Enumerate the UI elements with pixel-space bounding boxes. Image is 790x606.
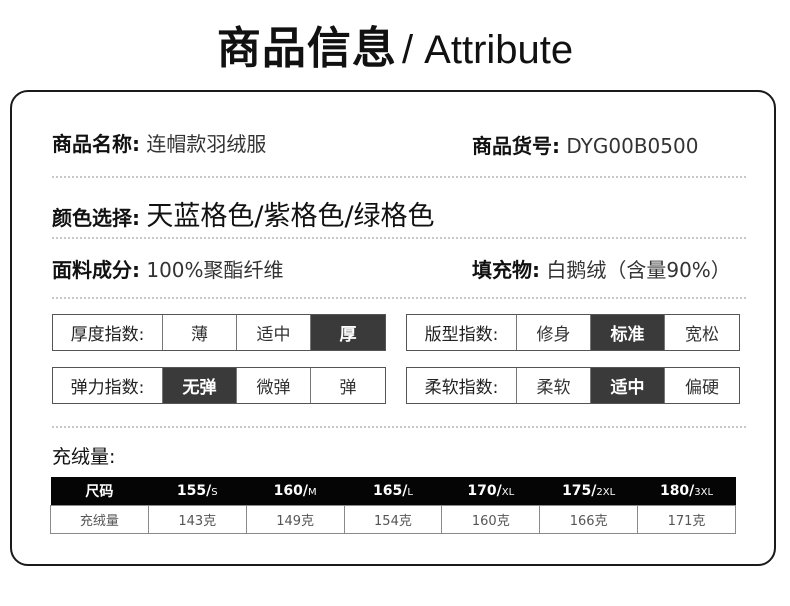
filling-label: 填充物: <box>472 258 540 282</box>
product-sku-row: 商品货号: DYG00B0500 <box>472 130 698 159</box>
size-header-cell: 175/2XL <box>539 477 638 506</box>
index-option: 柔软 <box>517 368 591 403</box>
product-sku-value: DYG00B0500 <box>566 134 699 158</box>
fill-amount-cell: 149克 <box>245 505 345 534</box>
index-label: 厚度指数: <box>53 315 163 350</box>
index-option: 弹 <box>339 378 357 398</box>
title-en: / Attribute <box>401 28 574 72</box>
product-name-value: 连帽款羽绒服 <box>146 132 267 156</box>
color-value: 天蓝格色/紫格色/绿格色 <box>146 201 435 232</box>
fabric-label: 面料成分: <box>52 258 140 282</box>
fill-amount-title: 充绒量: <box>52 446 116 468</box>
fill-amount-cell: 154克 <box>343 505 443 534</box>
index-label: 版型指数: <box>407 315 517 350</box>
size-header-row: 尺码 155/S 160/M 165/L 170/XL 175/2XL 180/… <box>50 477 736 506</box>
size-header-cell: 165/L <box>344 477 442 506</box>
fill-amount-cell: 160克 <box>441 505 541 534</box>
filling-row: 填充物: 白鹅绒（含量90%） <box>472 254 731 283</box>
divider <box>52 176 746 178</box>
index-option: 薄 <box>163 315 237 350</box>
divider <box>52 237 746 239</box>
size-header-cell: 160/M <box>246 477 345 506</box>
product-sku-label: 商品货号: <box>472 134 560 158</box>
fill-amount-cell: 143克 <box>147 505 247 534</box>
fill-amount-row: 充绒量 143克 149克 154克 160克 166克 171克 <box>50 505 736 534</box>
product-name-row: 商品名称: 连帽款羽绒服 <box>52 128 266 157</box>
page-title: 商品信息 / Attribute <box>0 12 790 76</box>
index-option: 无弹 <box>163 368 237 403</box>
size-header-label: 尺码 <box>50 477 149 506</box>
index-option: 适中 <box>591 368 665 403</box>
index-option: 偏硬 <box>685 378 719 398</box>
fabric-value: 100%聚酯纤维 <box>146 258 284 282</box>
size-header-cell: 170/XL <box>441 477 540 506</box>
index-option: 标准 <box>591 315 665 350</box>
thickness-index: 厚度指数: 薄 适中 厚 <box>52 314 386 351</box>
index-option: 厚 <box>311 315 385 350</box>
index-option: 宽松 <box>685 325 719 345</box>
elasticity-index: 弹力指数: 无弹 微弹 弹 <box>52 367 386 404</box>
fabric-row: 面料成分: 100%聚酯纤维 <box>52 254 284 283</box>
size-header-cell: 180/3XL <box>637 477 736 506</box>
size-table: 尺码 155/S 160/M 165/L 170/XL 175/2XL 180/… <box>50 477 736 534</box>
fill-amount-cell: 171克 <box>637 505 736 534</box>
fill-amount-cell: 166克 <box>539 505 639 534</box>
index-option: 修身 <box>517 315 591 350</box>
title-cn: 商品信息 <box>216 23 397 74</box>
filling-value: 白鹅绒（含量90%） <box>546 258 731 282</box>
divider <box>52 426 746 428</box>
softness-index: 柔软指数: 柔软 适中 偏硬 <box>406 367 740 404</box>
divider <box>52 297 746 299</box>
color-label: 颜色选择: <box>52 206 140 230</box>
index-label: 柔软指数: <box>407 368 517 403</box>
color-row: 颜色选择: 天蓝格色/紫格色/绿格色 <box>52 194 435 233</box>
size-header-cell: 155/S <box>148 477 247 506</box>
fit-index: 版型指数: 修身 标准 宽松 <box>406 314 740 351</box>
index-option: 适中 <box>237 315 311 350</box>
fill-row-label: 充绒量 <box>50 505 149 534</box>
index-label: 弹力指数: <box>53 368 163 403</box>
product-name-label: 商品名称: <box>52 132 140 156</box>
index-option: 微弹 <box>237 368 311 403</box>
